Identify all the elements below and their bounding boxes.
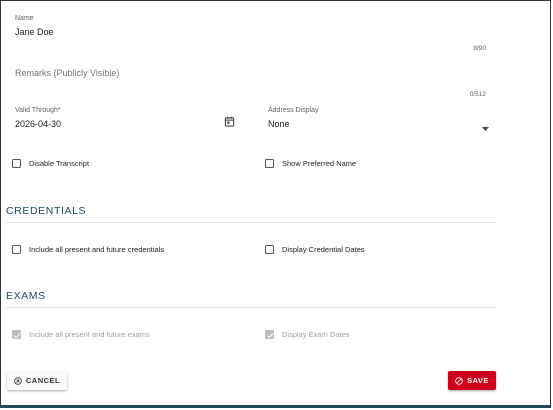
calendar-icon[interactable]: [224, 114, 235, 132]
credentials-heading: CREDENTIALS: [6, 205, 87, 217]
cancel-button[interactable]: CANCEL: [7, 371, 67, 390]
include-exams-checkbox: Include all present and future exams: [12, 330, 150, 339]
include-credentials-label: Include all present and future credentia…: [29, 245, 165, 254]
name-value[interactable]: Jane Doe: [15, 27, 54, 37]
display-credential-dates-label: Display Credential Dates: [282, 245, 365, 254]
form-panel: Name Jane Doe 8/90 Remarks (Publicly Vis…: [0, 0, 551, 408]
display-credential-dates-box[interactable]: [265, 245, 274, 254]
credentials-divider: [6, 222, 495, 223]
cancel-label: CANCEL: [25, 376, 61, 385]
display-exam-dates-label: Display Exam Dates: [282, 330, 350, 339]
cancel-circle-icon: [14, 376, 22, 385]
display-credential-dates-checkbox[interactable]: Display Credential Dates: [265, 245, 365, 254]
address-display-select[interactable]: Address Display None: [268, 107, 495, 133]
name-label: Name: [15, 15, 34, 22]
show-preferred-name-box[interactable]: [265, 159, 274, 168]
include-exams-label: Include all present and future exams: [29, 330, 150, 339]
show-preferred-name-checkbox[interactable]: Show Preferred Name: [265, 159, 356, 168]
display-exam-dates-checkbox: Display Exam Dates: [265, 330, 350, 339]
valid-through-field[interactable]: Valid Through* 2026-04-30: [15, 107, 243, 133]
exams-heading: EXAMS: [6, 290, 46, 302]
address-display-label: Address Display: [268, 107, 319, 114]
include-exams-box: [12, 330, 21, 339]
save-button[interactable]: SAVE: [448, 371, 496, 390]
save-label: SAVE: [467, 376, 489, 385]
save-circle-icon: [455, 376, 463, 385]
disable-transcript-label: Disable Transcript: [29, 159, 90, 168]
valid-through-value[interactable]: 2026-04-30: [15, 119, 61, 129]
name-field[interactable]: Name Jane Doe: [15, 15, 495, 45]
remarks-field[interactable]: Remarks (Publicly Visible): [7, 61, 495, 89]
display-exam-dates-box: [265, 330, 274, 339]
show-preferred-name-label: Show Preferred Name: [282, 159, 357, 168]
include-credentials-box[interactable]: [12, 245, 21, 254]
name-counter: 8/90: [473, 45, 486, 52]
valid-through-label: Valid Through*: [15, 107, 61, 114]
exams-divider: [6, 307, 495, 308]
remarks-counter: 0/512: [469, 91, 486, 98]
disable-transcript-checkbox[interactable]: Disable Transcript: [12, 159, 89, 168]
disable-transcript-box[interactable]: [12, 159, 21, 168]
dropdown-arrow-icon[interactable]: [482, 118, 489, 136]
include-credentials-checkbox[interactable]: Include all present and future credentia…: [12, 245, 164, 254]
address-display-value[interactable]: None: [268, 119, 290, 129]
remarks-placeholder: Remarks (Publicly Visible): [15, 68, 120, 78]
